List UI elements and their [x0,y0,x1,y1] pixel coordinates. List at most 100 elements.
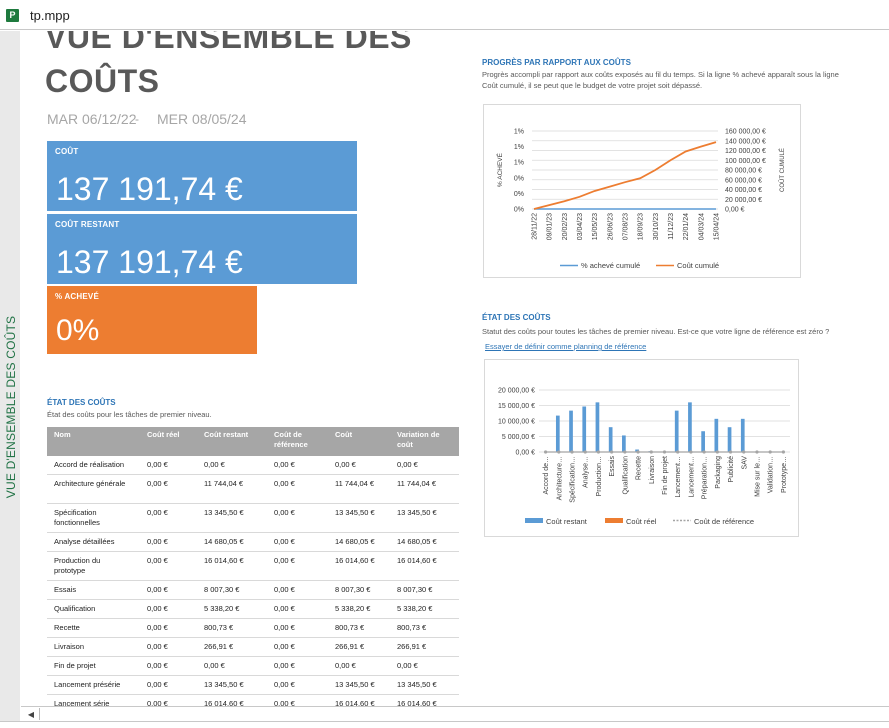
date-end: MER 08/05/24 [157,111,247,127]
baseline-cost-marker [702,450,706,454]
table-row[interactable]: Architecture générale 0,00 €11 744,04 €0,… [47,474,459,504]
table-row[interactable]: Fin de projet 0,00 €0,00 €0,00 €0,00 €0,0… [47,656,459,676]
task-name-cell: Analyse détaillées [47,532,140,552]
scrollbar-track[interactable] [39,708,885,720]
table-header-row: Nom Coût réel Coût restant Coût de référ… [47,427,459,456]
remaining-cost-bar [688,402,692,452]
x-axis-tick-label: 20/02/23 [562,213,569,240]
cost-cell: 0,00 € [267,580,328,600]
cost-cell: 0,00 € [267,694,328,706]
percent-complete-card[interactable]: % ACHEVÉ 0% [47,286,257,354]
cost-cell: 0,00 € [140,456,197,475]
cost-cell: 11 744,04 € [390,474,459,504]
report-canvas[interactable]: VUE D'ENSEMBLE DES COÛTS MAR 06/12/22 - … [21,31,889,706]
table-row[interactable]: Lancement série 0,00 €16 014,60 €0,00 €16… [47,694,459,706]
table-row[interactable]: Analyse détaillées 0,00 €14 680,05 €0,00 … [47,532,459,552]
column-header[interactable]: Coût réel [140,427,197,456]
x-axis-tick-label: 22/01/24 [683,213,690,240]
task-name-cell: Spécification fonctionnelles [47,503,140,533]
x-axis-tick-label: Architecture… [556,456,563,500]
cost-status-table[interactable]: Nom Coût réel Coût restant Coût de référ… [47,427,459,706]
y-axis-tick-label: 15 000,00 € [498,403,535,410]
x-axis-tick-label: Préparation… [702,456,709,499]
cost-card[interactable]: COÛT 137 191,74 € [47,141,357,211]
x-axis-tick-label: Analyse… [583,456,590,488]
cost-cell: 13 345,50 € [197,503,267,533]
baseline-cost-marker [662,450,667,454]
scroll-left-arrow-icon[interactable]: ◀ [25,709,37,720]
legend-swatch [605,518,623,523]
legend-swatch [525,518,543,523]
remaining-cost-bar [582,406,587,452]
column-header[interactable]: Coût [328,427,390,456]
cost-cell: 16 014,60 € [328,694,390,706]
table-row[interactable]: Accord de réalisation 0,00 €0,00 €0,00 €0… [47,456,459,475]
remaining-cost-card[interactable]: COÛT RESTANT 137 191,74 € [47,214,357,284]
cost-cell: 0,00 € [140,694,197,706]
cost-cell: 8 007,30 € [390,580,459,600]
table-row[interactable]: Recette 0,00 €800,73 €0,00 €800,73 €800,7… [47,618,459,638]
baseline-cost-marker [557,450,561,454]
cost-cell: 0,00 € [140,656,197,676]
cost-cell: 0,00 € [140,503,197,533]
x-axis-tick-label: 28/11/22 [532,213,539,240]
cost-cell: 0,00 € [140,580,197,600]
cost-state-chart[interactable]: 0,00 € 5 000,00 € 10 000,00 € 15 000,00 € 20… [484,359,799,537]
remaining-cost-bar [727,427,732,452]
right-axis-tick-label: 60 000,00 € [725,177,762,184]
cost-cell: 800,73 € [328,618,390,638]
table-row[interactable]: Production du prototype 0,00 €16 014,60 €… [47,551,459,581]
state-chart-subtitle: Statut des coûts pour toutes les tâches … [482,327,830,336]
sidebar-corner [0,706,20,721]
baseline-cost-marker [649,450,653,454]
view-sidebar[interactable]: VUE D'ENSEMBLE DES COÛTS [0,31,20,706]
baseline-cost-marker [715,450,719,454]
table-row[interactable]: Livraison 0,00 €266,91 €0,00 €266,91 €266… [47,637,459,657]
legend-label: Coût de référence [694,517,754,526]
x-axis-tick-label: 11/12/23 [668,213,675,240]
report-title: VUE D'ENSEMBLE DES COÛTS [45,31,412,99]
cost-cell: 0,00 € [267,675,328,695]
percent-complete-card-value: 0% [56,314,100,347]
cost-cell: 5 338,20 € [390,599,459,619]
remaining-cost-bar [569,410,573,452]
table-row[interactable]: Essais 0,00 €8 007,30 €0,00 €8 007,30 €8 … [47,580,459,600]
cost-cell: 0,00 € [267,637,328,657]
column-header[interactable]: Nom [47,427,140,456]
x-axis-tick-label: Qualification [622,456,629,495]
progress-chart[interactable]: 0,00 € 20 000,00 € 40 000,00 € 60 000,00 € 8… [483,104,801,278]
state-chart-title: ÉTAT DES COÛTS [482,313,551,322]
baseline-cost-marker [742,450,746,454]
x-axis-tick-label: Mise sur le… [754,456,761,497]
table-row[interactable]: Lancement présérie 0,00 €13 345,50 €0,00 … [47,675,459,695]
column-header[interactable]: Coût restant [197,427,267,456]
cost-cell: 16 014,60 € [390,694,459,706]
status-strip [0,721,889,728]
date-start: MAR 06/12/22 [47,111,137,127]
remaining-cost-bar [622,435,626,452]
remaining-cost-bar [701,431,705,452]
column-header[interactable]: Variation de coût [390,427,459,456]
y-axis-tick-label: 10 000,00 € [498,419,535,426]
horizontal-scrollbar[interactable]: ◀ [21,706,889,721]
project-icon: P [6,9,19,22]
column-header[interactable]: Coût de référence [267,427,328,456]
set-baseline-link[interactable]: Essayer de définir comme planning de réf… [485,342,646,351]
baseline-cost-marker [781,450,785,454]
cost-cell: 0,00 € [328,656,390,676]
x-axis-tick-label: Recette [636,456,643,480]
right-axis-tick-label: 100 000,00 € [725,158,766,165]
left-axis-tick-label: 1% [514,144,524,151]
x-axis-tick-label: Packaging [715,456,722,489]
task-name-cell: Essais [47,580,140,600]
right-axis-label: COÛT CUMULÉ [779,148,786,192]
table-row[interactable]: Spécification fonctionnelles 0,00 €13 345… [47,503,459,533]
table-row[interactable]: Qualification 0,00 €5 338,20 €0,00 €5 338… [47,599,459,619]
right-axis-tick-label: 40 000,00 € [725,187,762,194]
cost-cell: 5 338,20 € [328,599,390,619]
cost-cell: 0,00 € [140,675,197,695]
baseline-cost-marker [623,450,627,454]
remaining-cost-bar [674,410,679,452]
x-axis-tick-label: Production… [596,456,603,496]
cost-cell: 16 014,60 € [390,551,459,581]
